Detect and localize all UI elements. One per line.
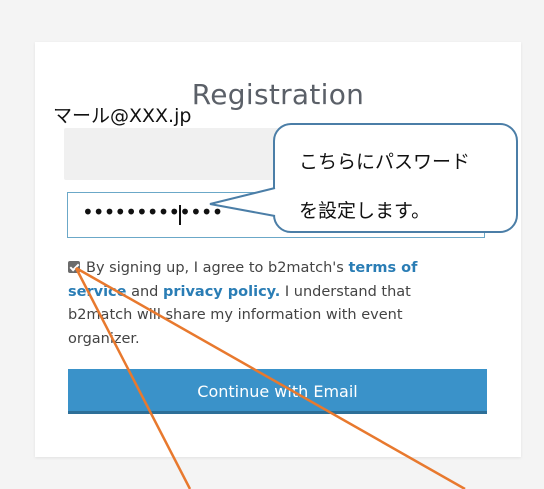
terms-pre: By signing up, I agree to b2match's bbox=[86, 260, 349, 276]
terms-and: and bbox=[126, 283, 163, 300]
terms-text: By signing up, I agree to b2match's term… bbox=[68, 257, 468, 351]
privacy-policy-link[interactable]: privacy policy. bbox=[163, 284, 280, 300]
callout-line-1: こちらにパスワード bbox=[299, 151, 471, 173]
callout-line-2: を設定します。 bbox=[299, 200, 431, 222]
password-mask: ••••••••••••• bbox=[82, 200, 223, 224]
continue-with-email-button[interactable]: Continue with Email bbox=[68, 369, 487, 414]
agree-checkbox[interactable] bbox=[68, 261, 80, 273]
email-value: マール@XXX.jp bbox=[53, 105, 192, 127]
text-caret bbox=[179, 205, 181, 225]
email-field[interactable] bbox=[64, 128, 289, 180]
